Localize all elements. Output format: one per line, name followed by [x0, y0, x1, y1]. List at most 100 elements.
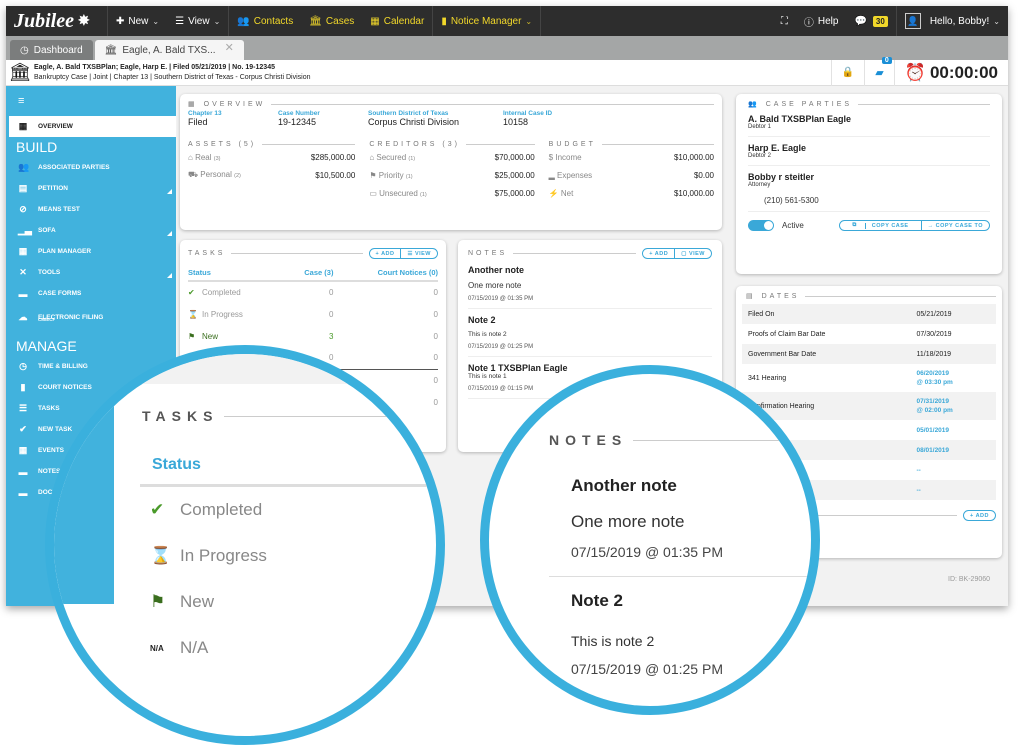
close-tab-icon[interactable]: ✕ [225, 41, 234, 54]
timer[interactable]: ⏰ 00:00:00 [893, 59, 1008, 86]
view-tasks-button[interactable]: ☰ VIEW [400, 249, 437, 258]
status-in-progress-icon: ⌛ [188, 309, 198, 319]
creditors-icon: ▭ [369, 188, 380, 198]
sidebar-toggle[interactable]: ≡ [6, 86, 176, 116]
fullscreen-button[interactable]: ⛶ [773, 6, 796, 36]
sidebar-item-electronic-filing[interactable]: ☁ ELECTRONIC FILING CM/ECF [6, 304, 176, 330]
notes-actions: + ADD ▢ VIEW [642, 248, 712, 259]
date-value[interactable]: 08/01/2019 [910, 440, 996, 460]
lock-button[interactable]: 🔒 [830, 59, 864, 86]
party-item[interactable]: Bobby r steitler Attorney (210) 561-5300 [748, 166, 990, 212]
task-status-row[interactable]: ⚑ New 3 0 [188, 325, 438, 347]
task-status-row[interactable]: ⌛ In Progress 0 0 [188, 303, 438, 325]
sidebar-item-associated-parties[interactable]: 👥 ASSOCIATED PARTIES [6, 157, 176, 178]
overview-title: OVERVIEW [203, 100, 266, 108]
budget-row[interactable]: ⚡ Net $10,000.00 [549, 184, 714, 202]
party-item[interactable]: A. Bald TXSBPlan Eagle Debtor 1 [748, 108, 990, 137]
expand-arrow-icon[interactable] [167, 273, 172, 278]
note-zoomed-2[interactable]: Note 2 This is note 2 07/15/2019 @ 01:25… [549, 591, 811, 677]
tab-dashboard[interactable]: ◷ Dashboard [10, 40, 93, 60]
sidebar-heading-build: BUILD [16, 139, 58, 155]
task-case-count[interactable]: 0 [283, 281, 333, 303]
help-button[interactable]: ⓘ Help [796, 6, 847, 36]
party-role: Debtor 2 [748, 153, 772, 159]
contacts-link[interactable]: 👥 Contacts [229, 6, 301, 36]
sidebar-item-case-forms[interactable]: ▬ CASE FORMS [6, 283, 176, 304]
active-toggle[interactable] [748, 220, 774, 231]
note-body: One more note [571, 512, 685, 531]
copy-case-button[interactable]: ⧉ COPY CASE [840, 221, 920, 230]
task-zoomed-row[interactable]: N/A N/A [126, 625, 436, 671]
date-value-text: 11/18/2019 [916, 350, 952, 358]
creditors-row[interactable]: ▭ Unsecured (1) $75,000.00 [369, 184, 534, 202]
assets-row[interactable]: ⌂ Real (3) $285,000.00 [188, 148, 355, 166]
date-time-text: @ 03:30 pm [916, 379, 953, 386]
budget-row[interactable]: ▂ Expenses $0.00 [549, 166, 714, 184]
messages-button[interactable]: 💬 30 [846, 6, 895, 36]
task-zoomed-row[interactable]: ⚑ New [126, 579, 436, 625]
col-case[interactable]: Case (3) [282, 265, 334, 282]
sidebar-item-plan-manager[interactable]: ▦ PLAN MANAGER [6, 241, 176, 262]
date-value[interactable]: 06/20/2019 @ 03:30 pm [911, 364, 997, 392]
add-note-button[interactable]: + ADD [643, 249, 674, 258]
budget-value: $0.00 [693, 170, 715, 180]
note-body: One more note [468, 281, 522, 290]
notes-zoomed-title-text: NOTES [549, 432, 628, 448]
add-date-note-button[interactable]: + ADD [964, 511, 995, 520]
task-case-count[interactable]: 0 [283, 303, 333, 325]
copy-case-to-button[interactable]: → COPY CASE TO [920, 221, 989, 230]
assets-label: ⌂ Real (3) [188, 153, 220, 162]
add-task-button[interactable]: + ADD [370, 249, 401, 258]
date-value[interactable]: 07/31/2019 @ 02:00 pm [910, 392, 996, 420]
tab-case[interactable]: 🏛 Eagle, A. Bald TXS... ✕ [94, 40, 244, 60]
task-zoomed-row[interactable]: ⌛ In Progress [126, 533, 436, 579]
assets-label: ⛟ Personal (2) [188, 170, 241, 180]
task-court-count[interactable]: 0 [333, 281, 438, 303]
sidebar-item-label: MEANS TEST [38, 206, 80, 213]
view-menu[interactable]: ☰ View ⌄ [167, 6, 228, 36]
case-summary: Eagle, A. Bald TXSBPlan; Eagle, Harp E. … [34, 63, 311, 83]
date-value[interactable]: -- [911, 460, 997, 480]
budget-row[interactable]: $ Income $10,000.00 [549, 148, 714, 166]
note-title: Note 2 [571, 591, 623, 610]
case-notes-button[interactable]: ▰ 0 [864, 57, 893, 86]
expand-arrow-icon[interactable] [167, 231, 172, 236]
people-icon: 👥 [748, 101, 760, 108]
sidebar-item-overview[interactable]: ▦ OVERVIEW [6, 116, 176, 137]
date-value-text: 07/30/2019 [916, 330, 952, 338]
task-case-count[interactable]: 3 [283, 325, 333, 347]
party-phone[interactable]: (210) 561-5300 [748, 196, 990, 205]
note-item[interactable]: Note 2 This is note 2 07/15/2019 @ 01:25 P… [468, 309, 712, 357]
case-title: Eagle, A. Bald TXSBPlan; Eagle, Harp E. … [34, 63, 275, 71]
sidebar-item-label: PETITION [38, 185, 68, 192]
note-item[interactable]: Another note One more note 07/15/2019 @ 01… [468, 259, 712, 309]
jubilee-logo[interactable]: Jubilee ✸ [6, 6, 108, 36]
creditors-row[interactable]: ⚑ Priority (1) $25,000.00 [369, 166, 534, 184]
notice-manager-menu[interactable]: ▮ Notice Manager ⌄ [433, 6, 540, 36]
sidebar-item-tools[interactable]: ✕ TOOLS [6, 262, 176, 283]
calendar-link[interactable]: ▦ Calendar [362, 6, 432, 36]
date-value[interactable]: 05/01/2019 [911, 420, 997, 440]
view-notes-button[interactable]: ▢ VIEW [674, 249, 711, 258]
task-court-count[interactable]: 0 [333, 325, 438, 347]
task-court-count[interactable]: 0 [333, 303, 438, 325]
new-menu[interactable]: ✚ New ⌄ [108, 6, 167, 36]
note-zoomed-1[interactable]: Another note One more note 07/15/2019 @ … [549, 476, 811, 560]
col-court-notices[interactable]: Court Notices (0) [333, 265, 438, 282]
compass-icon: ⊘ [19, 204, 27, 214]
assets-row[interactable]: ⛟ Personal (2) $10,500.00 [188, 166, 355, 184]
sidebar-item-sofa[interactable]: ▁▃ SOFA [6, 220, 176, 241]
user-menu[interactable]: 👤 Hello, Bobby! ⌄ [897, 6, 1008, 36]
date-value[interactable]: -- [910, 480, 996, 500]
party-item[interactable]: Harp E. Eagle Debtor 2 [748, 137, 990, 166]
active-label: Active [782, 221, 804, 230]
col-status[interactable]: Status [188, 265, 283, 282]
task-status-row[interactable]: ✔ Completed 0 0 [188, 281, 438, 303]
sidebar-item-petition[interactable]: ▤ PETITION [6, 178, 176, 199]
sidebar-item-means-test[interactable]: ⊘ MEANS TEST [6, 199, 176, 220]
task-zoomed-row[interactable]: ✔ Completed [126, 487, 436, 533]
expand-arrow-icon[interactable] [167, 189, 172, 194]
creditors-row[interactable]: ⌂ Secured (1) $70,000.00 [369, 148, 534, 166]
parties-list: A. Bald TXSBPlan Eagle Debtor 1 Harp E. Ea… [748, 108, 990, 212]
cases-link[interactable]: 🏛 Cases [301, 6, 362, 36]
